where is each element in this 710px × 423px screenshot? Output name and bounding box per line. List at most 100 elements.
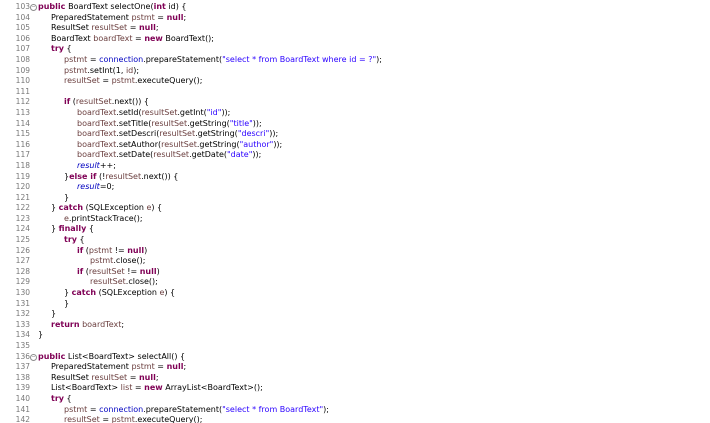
line-number: 142 (15, 415, 30, 423)
code-line[interactable]: 129 resultSet.close(); (0, 277, 710, 288)
code-line[interactable]: 104 PreparedStatement pstmt = null; (0, 13, 710, 24)
code-token: { (63, 393, 72, 403)
code-line[interactable]: 111 (0, 87, 710, 98)
code-editor[interactable]: 103− public BoardText selectOne(int id) {… (0, 0, 710, 423)
code-token: } (51, 203, 59, 213)
code-line[interactable]: 132} (0, 309, 710, 320)
code-line[interactable]: 141 pstmt = connection.prepareStatement("… (0, 405, 710, 416)
code-line[interactable]: 106 BoardText boardText = new BoardText()… (0, 34, 710, 45)
code-token: .setDescri( (116, 129, 160, 139)
code-token: = (154, 362, 167, 372)
line-number: 125 (15, 235, 30, 245)
code-token: = (87, 404, 100, 414)
code-line[interactable]: 118 result++; (0, 161, 710, 172)
code-token: = (99, 415, 112, 423)
line-number: 133 (15, 319, 30, 329)
code-line[interactable]: 117 boardText.setDate(resultSet.getDate("… (0, 150, 710, 161)
code-token: null (138, 23, 156, 33)
code-line[interactable]: 138 ResultSet resultSet = null; (0, 373, 710, 384)
code-line[interactable]: 105 ResultSet resultSet = null; (0, 23, 710, 34)
line-number: 119 (15, 171, 30, 181)
code-line[interactable]: 113 boardText.setId(resultSet.getInt("id"… (0, 108, 710, 119)
code-text: } (51, 309, 56, 320)
fold-toggle-icon[interactable]: − (30, 4, 37, 11)
code-token: ; (183, 362, 187, 372)
code-token: resultSet (161, 139, 197, 149)
code-line[interactable]: 135 (0, 341, 710, 352)
code-line[interactable]: 139 List<BoardText> list = new ArrayList<… (0, 383, 710, 394)
code-token: new (144, 33, 163, 43)
code-line[interactable]: 116 boardText.setAuthor(resultSet.getStri… (0, 140, 710, 151)
code-line[interactable]: 110 resultSet = pstmt.executeQuery(); (0, 76, 710, 87)
code-line[interactable]: 134} (0, 330, 710, 341)
code-line[interactable]: 121} (0, 193, 710, 204)
code-text: resultSet.close(); (90, 277, 158, 288)
code-line[interactable]: 124} finally { (0, 224, 710, 235)
code-text: BoardText boardText = new BoardText(); (51, 34, 214, 45)
code-line[interactable]: 123 e.printStackTrace(); (0, 214, 710, 225)
code-token: resultSet (159, 129, 196, 139)
code-token: boardText (77, 107, 117, 117)
code-line[interactable]: 140 try { (0, 394, 710, 405)
code-line[interactable]: 125 try { (0, 235, 710, 246)
code-token: null (139, 266, 157, 276)
code-token: null (166, 362, 184, 372)
code-line[interactable]: 120 result=0; (0, 182, 710, 193)
code-token: ResultSet (51, 23, 92, 33)
code-text: public List<BoardText> selectAll() { (38, 352, 185, 363)
fold-toggle-icon[interactable]: − (30, 353, 37, 361)
code-text: boardText.setDescri(resultSet.getString(… (77, 129, 278, 140)
code-line[interactable]: 133 return boardText; (0, 320, 710, 331)
code-token: "author" (239, 139, 274, 149)
code-token: (! (96, 171, 106, 181)
code-line[interactable]: 108 pstmt = connection.prepareStatement("… (0, 55, 710, 66)
code-line[interactable]: 119}else if (!resultSet.next()) { (0, 172, 710, 183)
code-token: ); (323, 404, 329, 414)
line-number: 112 (15, 97, 30, 107)
code-line[interactable]: 112 if (resultSet.next()) { (0, 97, 710, 108)
code-line[interactable]: 127 pstmt.close(); (0, 256, 710, 267)
code-line[interactable]: 128 if (resultSet != null) (0, 267, 710, 278)
code-line[interactable]: 115 boardText.setDescri(resultSet.getStri… (0, 129, 710, 140)
code-line[interactable]: 136− public List<BoardText> selectAll() { (0, 352, 710, 363)
line-number: 104 (15, 12, 30, 22)
code-text: result=0; (77, 182, 114, 193)
code-token: list (120, 383, 133, 393)
code-line[interactable]: 126 if (pstmt != null) (0, 246, 710, 257)
code-text: pstmt.setInt(1, id); (64, 66, 139, 77)
line-number: 122 (15, 203, 30, 213)
code-line[interactable]: 114 boardText.setTitle(resultSet.getStrin… (0, 119, 710, 130)
code-token: .next()) { (141, 171, 179, 181)
code-token: = (132, 383, 145, 393)
code-text: if (resultSet.next()) { (64, 97, 149, 108)
code-token: .getInt( (177, 107, 207, 117)
code-line[interactable]: 107 try { (0, 44, 710, 55)
line-number: 108 (15, 54, 30, 64)
line-number: 132 (15, 309, 30, 319)
code-line[interactable]: 130} catch (SQLException e) { (0, 288, 710, 299)
line-number: 131 (15, 298, 30, 308)
code-line[interactable]: 109 pstmt.setInt(1, id); (0, 66, 710, 77)
code-token: ++; (99, 160, 116, 170)
code-text: } catch (SQLException e) { (64, 288, 175, 299)
code-token: resultSet (88, 266, 125, 276)
code-token: boardText (77, 150, 117, 160)
code-token: ); (376, 54, 382, 64)
code-token: .prepareStatement( (143, 404, 223, 414)
code-line[interactable]: 142 resultSet = pstmt.executeQuery(); (0, 415, 710, 423)
code-line[interactable]: 103− public BoardText selectOne(int id) { (0, 2, 710, 13)
code-token: pstmt (90, 256, 114, 266)
code-token: PreparedStatement (51, 12, 132, 22)
code-line[interactable]: 131} (0, 299, 710, 310)
code-text: e.printStackTrace(); (64, 214, 143, 225)
code-line[interactable]: 137 PreparedStatement pstmt = null; (0, 362, 710, 373)
code-token: pstmt (64, 404, 88, 414)
code-token: != (124, 266, 140, 276)
code-text: } (64, 299, 69, 310)
code-token: pstmt (131, 12, 155, 22)
code-token: boardText (93, 33, 133, 43)
code-token: } (38, 330, 44, 340)
code-token: .close(); (125, 277, 158, 287)
code-token: resultSet (105, 171, 142, 181)
code-line[interactable]: 122} catch (SQLException e) { (0, 203, 710, 214)
